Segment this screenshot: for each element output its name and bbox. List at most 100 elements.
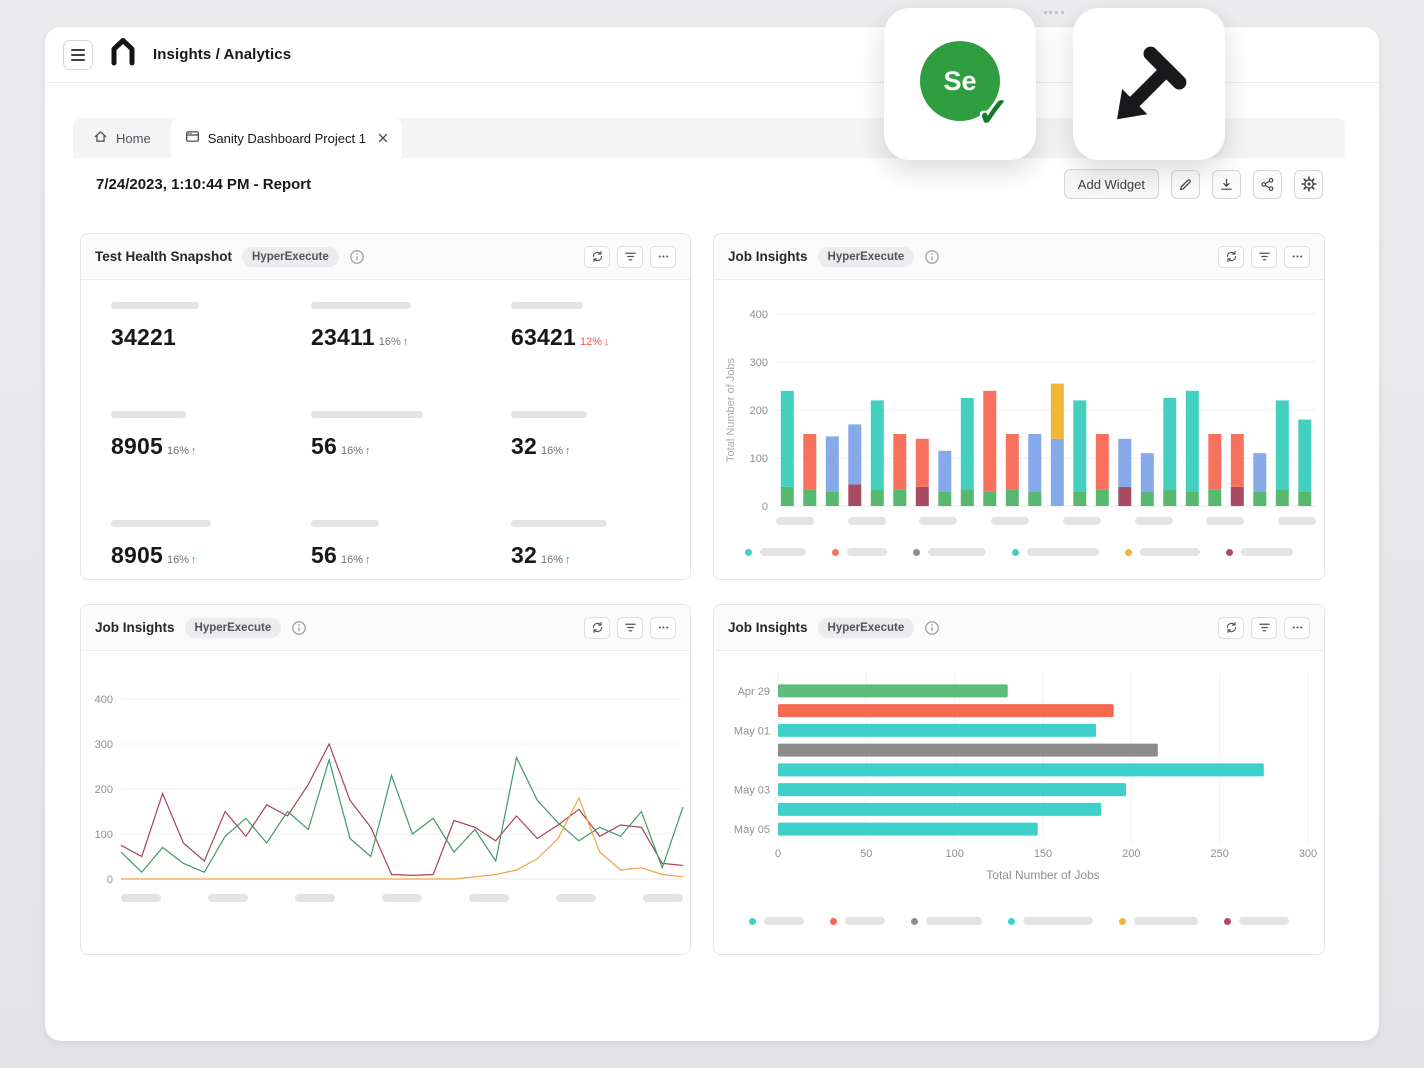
legend-item <box>1226 548 1293 556</box>
page-background: { "header": { "title": "Insights / Analy… <box>0 0 1424 1068</box>
up-arrow-icon: ↑ <box>403 336 409 348</box>
widget-test-health-snapshot: Test Health Snapshot HyperExecute 342212… <box>80 233 691 580</box>
selenium-text: Se <box>943 66 976 97</box>
bar-segment <box>961 489 974 506</box>
edit-button[interactable] <box>1171 170 1200 199</box>
info-icon[interactable] <box>291 620 307 636</box>
stat-label-skeleton <box>311 302 411 309</box>
legend-dot <box>1119 918 1126 925</box>
x-tick-skeleton <box>1135 517 1173 525</box>
x-tick-label: 300 <box>1299 848 1317 860</box>
legend-item <box>749 917 804 925</box>
settings-button[interactable] <box>1294 170 1323 199</box>
share-button[interactable] <box>1253 170 1282 199</box>
hyperexecute-badge: HyperExecute <box>818 247 915 267</box>
stat-value: 32 <box>511 433 537 460</box>
info-icon[interactable] <box>924 620 940 636</box>
x-axis-skeleton-row <box>776 517 1316 525</box>
legend-dot <box>911 918 918 925</box>
legend-dot <box>913 549 920 556</box>
refresh-button[interactable] <box>1218 617 1244 639</box>
filter-button[interactable] <box>617 246 643 268</box>
refresh-button[interactable] <box>584 617 610 639</box>
add-widget-button[interactable]: Add Widget <box>1064 169 1159 199</box>
tab-home[interactable]: Home <box>73 118 171 158</box>
up-arrow-icon: ↑ <box>365 554 371 566</box>
bar-segment <box>1186 492 1199 506</box>
stat-cell: 6342112%↓ <box>511 302 691 383</box>
stat-delta: 16%↑ <box>541 445 571 457</box>
widget-header: Job Insights HyperExecute <box>714 605 1324 651</box>
more-options-button[interactable] <box>1284 246 1310 268</box>
page-title: Insights / Analytics <box>153 46 291 63</box>
line-chart: 0100200300400 <box>81 651 691 903</box>
filter-button[interactable] <box>1251 617 1277 639</box>
pencil-icon <box>1178 177 1193 192</box>
chart-legend <box>714 548 1324 556</box>
stat-cell: 34221 <box>111 302 311 383</box>
legend-item <box>913 548 986 556</box>
y-axis-title: Total Number of Jobs <box>725 358 737 462</box>
x-tick-skeleton <box>1063 517 1101 525</box>
dark-arrow-logo-card <box>1073 8 1225 160</box>
refresh-button[interactable] <box>584 246 610 268</box>
bar-segment <box>1208 489 1221 506</box>
widget-title: Test Health Snapshot <box>95 249 232 264</box>
bar-segment <box>1073 400 1086 491</box>
x-tick-label: 50 <box>860 848 872 860</box>
filter-button[interactable] <box>617 617 643 639</box>
hyperexecute-badge: HyperExecute <box>818 618 915 638</box>
x-axis-skeleton-row <box>121 894 683 902</box>
widget-title: Job Insights <box>95 620 175 635</box>
x-tick-label: 150 <box>1034 848 1052 860</box>
hbar <box>778 783 1126 796</box>
legend-label-skeleton <box>1140 548 1200 556</box>
widget-header: Test Health Snapshot HyperExecute <box>81 234 690 280</box>
bar-segment <box>1096 434 1109 489</box>
widget-header: Job Insights HyperExecute <box>714 234 1324 280</box>
horizontal-bar-chart: 050100150200250300Apr 29May 01May 03May … <box>714 651 1325 891</box>
refresh-button[interactable] <box>1218 246 1244 268</box>
bar-segment <box>1073 492 1086 506</box>
bar-segment <box>781 487 794 506</box>
bar-segment <box>1096 489 1109 506</box>
stat-value: 23411 <box>311 324 375 351</box>
widget-controls <box>584 617 676 639</box>
widget-header: Job Insights HyperExecute <box>81 605 690 651</box>
up-arrow-icon: ↑ <box>565 445 571 457</box>
bar-segment <box>1276 489 1289 506</box>
hbar <box>778 823 1038 836</box>
bar-segment <box>781 391 794 487</box>
y-tick-label: 200 <box>750 405 768 417</box>
info-icon[interactable] <box>349 249 365 265</box>
info-icon[interactable] <box>924 249 940 265</box>
tab-close-button[interactable] <box>374 129 392 147</box>
stat-delta: 16%↑ <box>341 445 371 457</box>
x-tick-label: 100 <box>946 848 964 860</box>
more-options-button[interactable] <box>1284 617 1310 639</box>
bar-segment <box>1276 400 1289 489</box>
download-button[interactable] <box>1212 170 1241 199</box>
stat-cell: 3216%↑ <box>511 520 691 580</box>
x-tick-label: 0 <box>775 848 781 860</box>
legend-dot <box>745 549 752 556</box>
more-options-button[interactable] <box>650 617 676 639</box>
hamburger-menu-button[interactable] <box>63 40 93 70</box>
tab-sanity-dashboard[interactable]: Sanity Dashboard Project 1 <box>171 118 402 158</box>
widget-controls <box>584 246 676 268</box>
hyperexecute-badge: HyperExecute <box>185 618 282 638</box>
stat-label-skeleton <box>111 520 211 527</box>
y-tick-label: 300 <box>750 357 768 369</box>
bar-segment <box>803 489 816 506</box>
bar-segment <box>1231 434 1244 487</box>
hbar <box>778 744 1158 757</box>
filter-button[interactable] <box>1251 246 1277 268</box>
bar-segment <box>893 434 906 489</box>
bar-segment <box>1051 384 1064 439</box>
legend-dot <box>832 549 839 556</box>
checkmark-icon: ✓ <box>976 93 1010 133</box>
bar-segment <box>1028 492 1041 506</box>
stat-value: 8905 <box>111 542 163 569</box>
more-options-button[interactable] <box>650 246 676 268</box>
x-tick-skeleton <box>776 517 814 525</box>
